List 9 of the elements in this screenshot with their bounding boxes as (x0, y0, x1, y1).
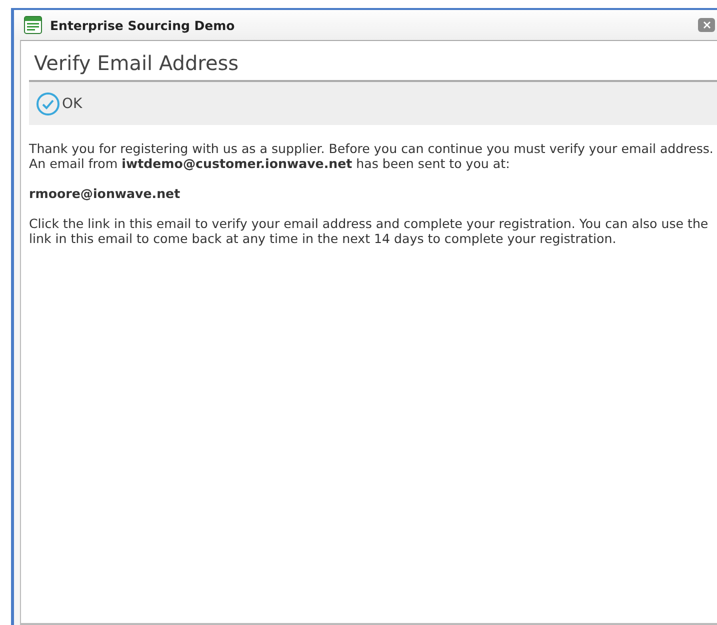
ok-button[interactable]: OK (36, 92, 82, 116)
check-circle-icon (36, 92, 60, 116)
message-paragraph: Click the link in this email to verify your email address and complete your registration. You can also use the link in this email to come back at any time in the next 14 days to complete your registration. (29, 216, 710, 246)
close-button[interactable] (698, 18, 715, 32)
app-icon (24, 16, 42, 34)
window-title: Enterprise Sourcing Demo (50, 18, 235, 32)
message-paragraph: Thank you for registering with us as a supplier. Before you can continue you must verify your email address. An email from iwtdemo@customer.ionwave.net has been sent to you at: (29, 141, 714, 171)
close-icon (702, 21, 710, 29)
email-address: rmoore@ionwave.net (29, 186, 182, 201)
